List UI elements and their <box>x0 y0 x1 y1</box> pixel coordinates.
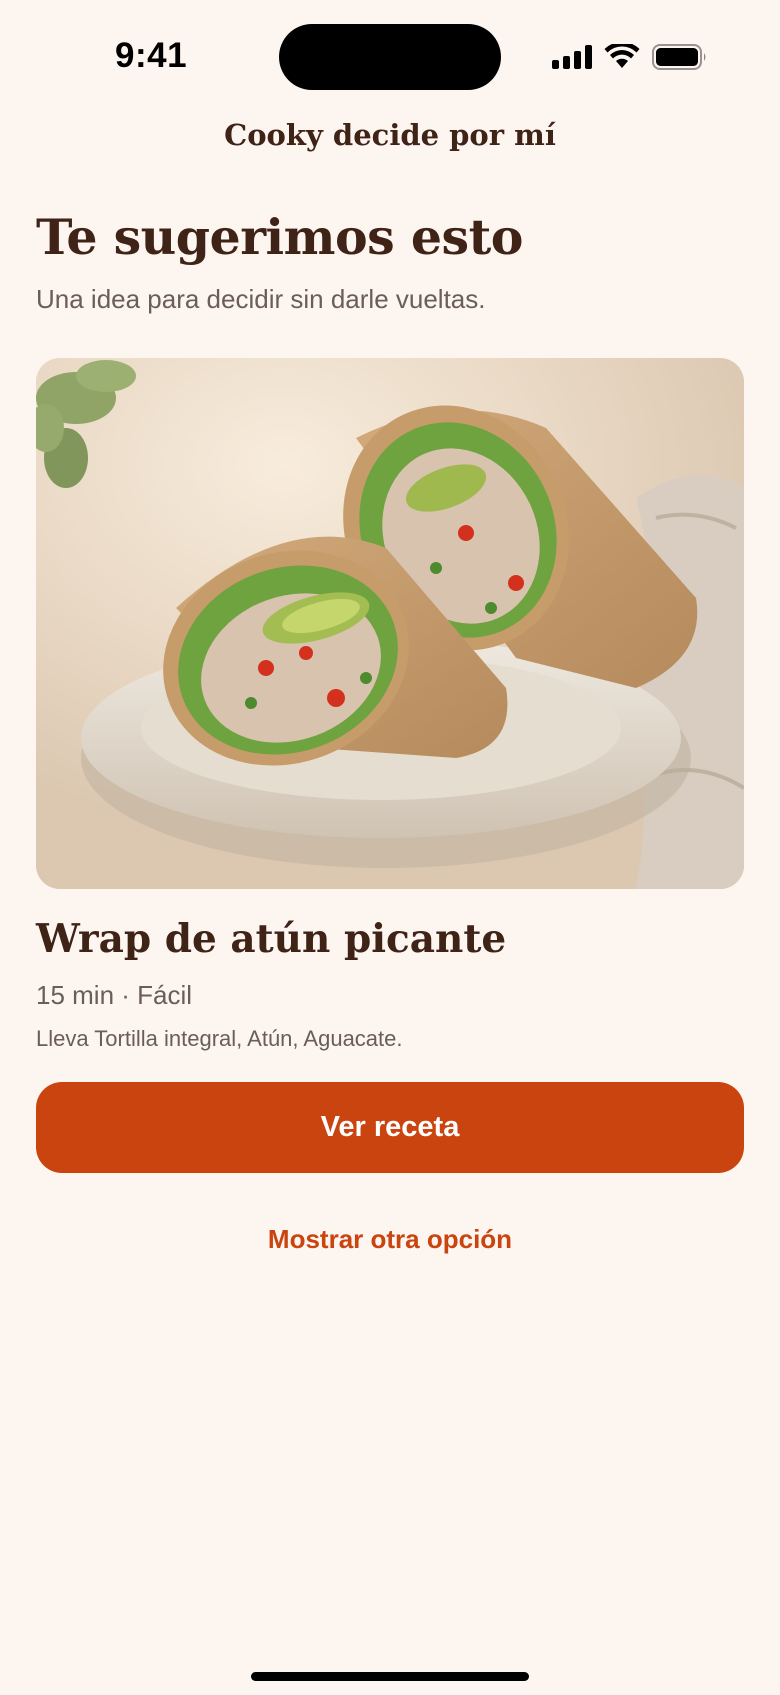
status-time: 9:41 <box>115 36 188 75</box>
dynamic-island <box>279 24 501 90</box>
recipe-meta: 15 min · Fácil <box>36 980 193 1010</box>
view-recipe-button[interactable]: Ver receta <box>36 1082 744 1173</box>
status-icons <box>552 40 708 74</box>
signal-icon <box>552 45 592 69</box>
recipe-image[interactable] <box>36 358 744 889</box>
home-indicator[interactable] <box>251 1672 529 1681</box>
battery-icon <box>652 43 708 71</box>
wifi-icon <box>604 44 640 70</box>
another-option-link[interactable]: Mostrar otra opción <box>0 1224 780 1255</box>
page-headline: Te sugerimos esto <box>36 208 523 266</box>
recipe-ingredients: Lleva Tortilla integral, Atún, Aguacate. <box>36 1026 403 1051</box>
page-subheadline: Una idea para decidir sin darle vueltas. <box>36 284 486 314</box>
recipe-title: Wrap de atún picante <box>36 916 507 962</box>
status-bar: 9:41 <box>0 0 780 110</box>
nav-title: Cooky decide por mí <box>224 118 556 152</box>
